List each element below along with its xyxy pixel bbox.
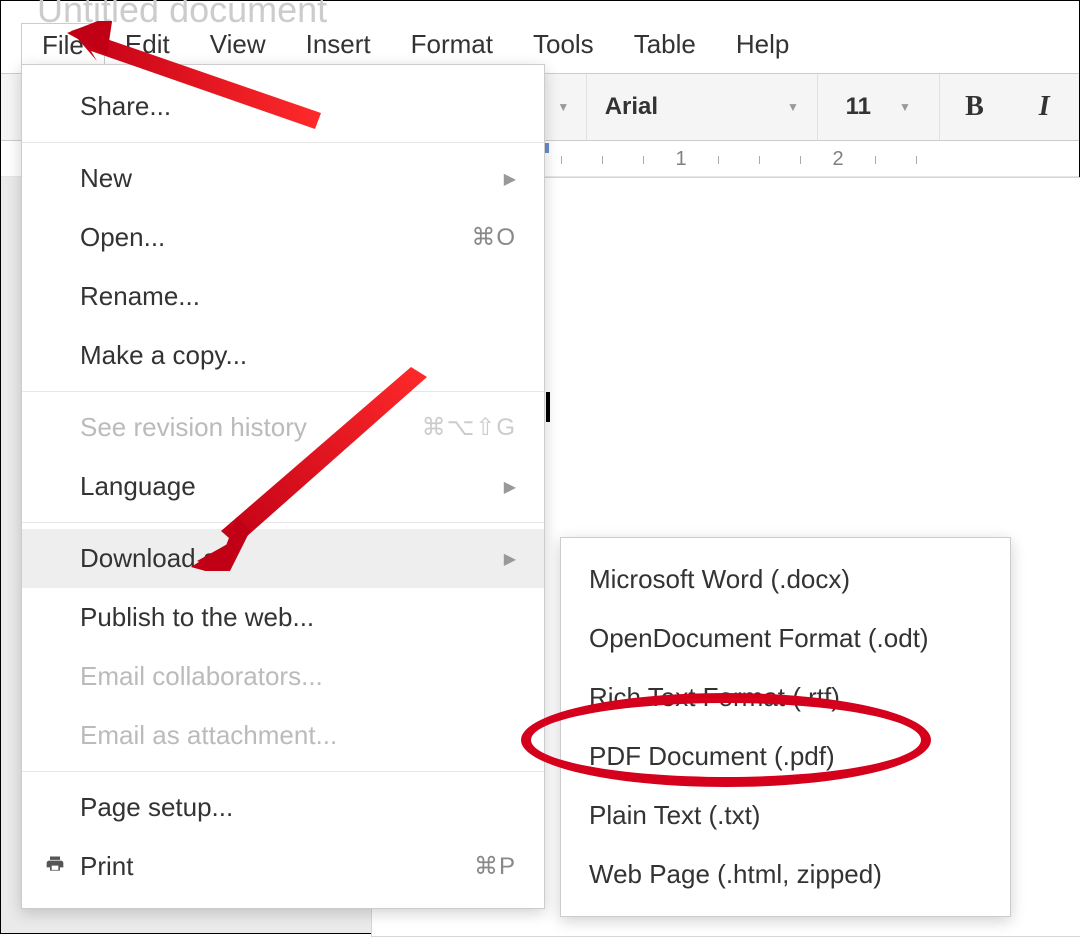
menu-label: Email as attachment... — [80, 720, 337, 751]
menu-tools[interactable]: Tools — [513, 23, 614, 67]
menu-separator — [22, 522, 544, 523]
ruler-tick — [602, 156, 603, 164]
menu-label: New — [80, 163, 132, 194]
file-menu-new[interactable]: New ▶ — [22, 149, 544, 208]
bold-button[interactable]: B — [940, 74, 1010, 140]
ruler-tick — [718, 156, 719, 164]
file-menu-download-as[interactable]: Download as ▶ — [22, 529, 544, 588]
file-menu-dropdown: Share... New ▶ Open... ⌘O Rename... Make… — [21, 64, 545, 909]
file-menu-page-setup[interactable]: Page setup... — [22, 778, 544, 837]
ruler-tick — [759, 156, 760, 164]
menu-separator — [22, 391, 544, 392]
menu-table[interactable]: Table — [614, 23, 716, 67]
file-menu-language[interactable]: Language ▶ — [22, 457, 544, 516]
file-menu-rename[interactable]: Rename... — [22, 267, 544, 326]
ruler-track: 1 2 — [541, 143, 937, 176]
chevron-down-icon: ▼ — [899, 100, 911, 114]
menu-label: Download as — [80, 543, 230, 574]
menu-shortcut: ⌘⌥⇧G — [422, 413, 516, 442]
download-txt[interactable]: Plain Text (.txt) — [561, 786, 1010, 845]
menu-label: Language — [80, 471, 196, 502]
menu-label: Open... — [80, 222, 165, 253]
download-pdf[interactable]: PDF Document (.pdf) — [561, 727, 1010, 786]
file-menu-make-a-copy[interactable]: Make a copy... — [22, 326, 544, 385]
file-menu-open[interactable]: Open... ⌘O — [22, 208, 544, 267]
ruler-tick — [561, 156, 562, 164]
menu-label: Rename... — [80, 281, 200, 312]
menu-view[interactable]: View — [190, 23, 286, 67]
menu-label: See revision history — [80, 412, 307, 443]
ruler-tick — [643, 156, 644, 164]
file-menu-email-collaborators: Email collaborators... — [22, 647, 544, 706]
font-family-label: Arial — [605, 93, 658, 121]
menu-shortcut: ⌘O — [471, 223, 516, 252]
file-menu-print[interactable]: Print ⌘P — [22, 837, 544, 896]
ruler-label-2: 2 — [821, 148, 855, 171]
download-odt[interactable]: OpenDocument Format (.odt) — [561, 609, 1010, 668]
font-size-label: 11 — [846, 93, 871, 121]
file-menu-revision-history: See revision history ⌘⌥⇧G — [22, 398, 544, 457]
submenu-arrow-icon: ▶ — [504, 169, 516, 189]
menu-edit[interactable]: Edit — [105, 23, 190, 67]
menu-file[interactable]: File — [21, 23, 105, 67]
download-docx[interactable]: Microsoft Word (.docx) — [561, 550, 1010, 609]
menu-label: Share... — [80, 91, 171, 122]
download-rtf[interactable]: Rich Text Format (.rtf) — [561, 668, 1010, 727]
font-size-dropdown[interactable]: 11 ▼ — [818, 74, 940, 140]
menu-help[interactable]: Help — [716, 23, 809, 67]
chevron-down-icon: ▼ — [787, 100, 799, 114]
print-icon — [44, 854, 66, 880]
italic-button[interactable]: I — [1009, 74, 1079, 140]
font-family-dropdown[interactable]: Arial ▼ — [587, 74, 818, 140]
menu-separator — [22, 771, 544, 772]
download-html[interactable]: Web Page (.html, zipped) — [561, 845, 1010, 904]
menu-format[interactable]: Format — [391, 23, 513, 67]
menu-label: Email collaborators... — [80, 661, 323, 692]
file-menu-publish-to-web[interactable]: Publish to the web... — [22, 588, 544, 647]
submenu-arrow-icon: ▶ — [504, 477, 516, 497]
menu-shortcut: ⌘P — [474, 852, 516, 881]
menu-label: Publish to the web... — [80, 602, 314, 633]
file-menu-email-as-attachment: Email as attachment... — [22, 706, 544, 765]
menu-label: Page setup... — [80, 792, 233, 823]
ruler-tick — [800, 156, 801, 164]
ruler-tick — [916, 156, 917, 164]
menu-bar: File Edit View Insert Format Tools Table… — [21, 23, 809, 67]
style-dropdown-caret[interactable]: ▼ — [541, 74, 587, 140]
menu-separator — [22, 142, 544, 143]
download-as-submenu: Microsoft Word (.docx) OpenDocument Form… — [560, 537, 1011, 917]
text-cursor — [546, 392, 550, 422]
menu-insert[interactable]: Insert — [286, 23, 391, 67]
file-menu-share[interactable]: Share... — [22, 77, 544, 136]
menu-label: Make a copy... — [80, 340, 247, 371]
ruler-tick — [875, 156, 876, 164]
menu-label: Print — [80, 851, 133, 882]
submenu-arrow-icon: ▶ — [504, 549, 516, 569]
ruler-label-1: 1 — [664, 148, 698, 171]
